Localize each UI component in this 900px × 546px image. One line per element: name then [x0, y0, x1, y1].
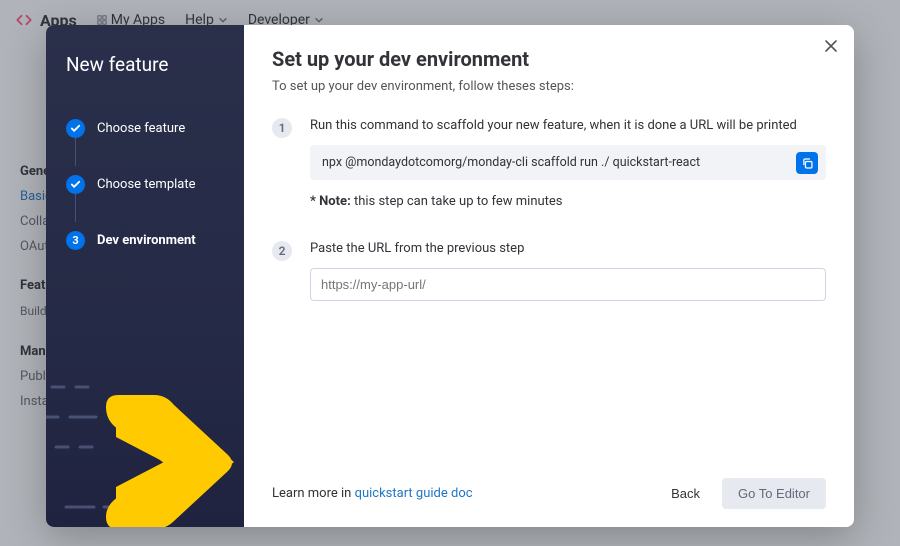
sidebar-title: New feature — [66, 53, 224, 76]
copy-icon — [801, 157, 814, 170]
chevron-down-icon — [314, 15, 324, 25]
copy-command-button[interactable] — [796, 152, 818, 174]
go-to-editor-button[interactable]: Go To Editor — [722, 478, 826, 509]
learn-more: Learn more in quickstart guide doc — [272, 486, 473, 501]
modal-main: Set up your dev environment To set up yo… — [244, 25, 854, 527]
step2-text: Paste the URL from the previous step — [310, 241, 826, 256]
chevron-down-icon — [218, 15, 228, 25]
instruction-step-1: 1 Run this command to scaffold your new … — [272, 118, 826, 229]
code-icon — [14, 10, 34, 30]
page-subtitle: To set up your dev environment, follow t… — [272, 79, 826, 94]
step1-text: Run this command to scaffold your new fe… — [310, 118, 826, 133]
step-label: Choose template — [97, 177, 196, 192]
step1-note: * Note: this step can take up to few min… — [310, 194, 826, 209]
quickstart-link[interactable]: quickstart guide doc — [355, 486, 473, 501]
app-url-input[interactable] — [310, 268, 826, 301]
grid-icon — [97, 15, 107, 25]
close-button[interactable] — [822, 37, 840, 55]
sidebar-art-chevron — [46, 337, 246, 527]
step-label: Dev environment — [97, 233, 196, 248]
step-dev-environment[interactable]: 3 Dev environment — [66, 224, 224, 256]
new-feature-modal: New feature Choose feature Choose templa… — [46, 25, 854, 527]
page-title: Set up your dev environment — [272, 47, 826, 71]
check-icon — [66, 119, 85, 138]
step-number-badge: 3 — [66, 231, 85, 250]
modal-sidebar: New feature Choose feature Choose templa… — [46, 25, 244, 527]
step-choose-feature[interactable]: Choose feature — [66, 112, 224, 144]
instruction-step-2: 2 Paste the URL from the previous step — [272, 241, 826, 301]
scaffold-command-box: npx @mondaydotcomorg/monday-cli scaffold… — [310, 145, 826, 180]
check-icon — [66, 175, 85, 194]
step-label: Choose feature — [97, 121, 185, 136]
step-choose-template[interactable]: Choose template — [66, 168, 224, 200]
step-number: 1 — [272, 118, 292, 138]
scaffold-command: npx @mondaydotcomorg/monday-cli scaffold… — [322, 155, 700, 170]
back-button[interactable]: Back — [655, 478, 716, 509]
modal-footer: Learn more in quickstart guide doc Back … — [272, 478, 826, 509]
step-number: 2 — [272, 241, 292, 261]
close-icon — [822, 37, 840, 55]
